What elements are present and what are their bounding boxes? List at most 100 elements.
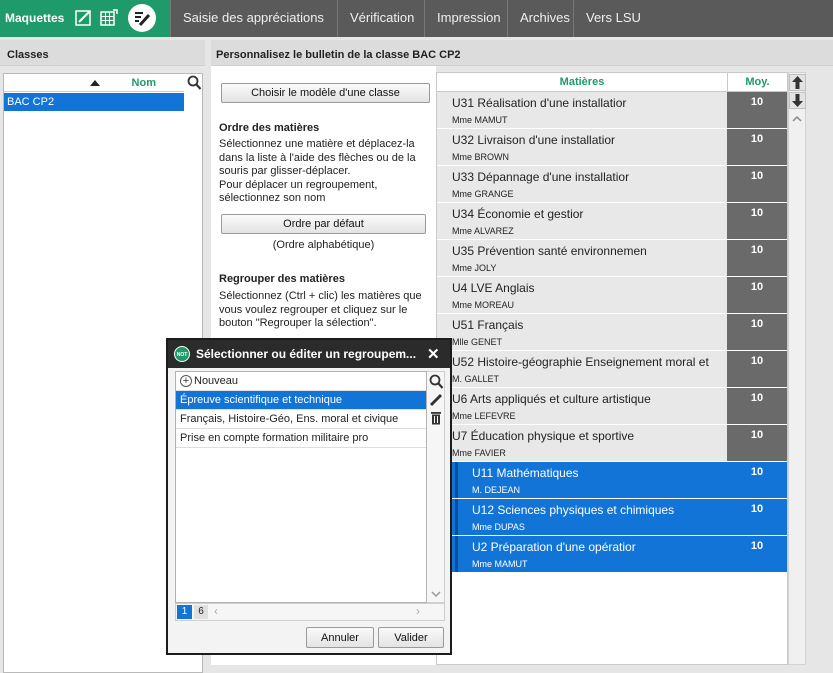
subject-teacher: Mme MAMUT (452, 115, 508, 125)
grid-sheet-icon[interactable] (100, 9, 118, 27)
subject-row[interactable]: U7 Éducation physique et sportive Mme FAV… (437, 425, 789, 462)
new-group-label: Nouveau (194, 375, 239, 387)
chevron-right-icon[interactable]: › (416, 604, 420, 618)
subject-row[interactable]: U52 Histoire-géographie Enseignement mor… (437, 351, 789, 388)
subject-teacher: Mme GRANGE (452, 189, 514, 199)
search-icon[interactable] (428, 373, 444, 390)
subject-average: 10 (727, 499, 787, 536)
subject-average: 10 (727, 129, 787, 166)
default-order-button[interactable]: Ordre par défaut (221, 214, 426, 234)
menu-impression[interactable]: Impression (424, 0, 513, 37)
subject-name: U6 Arts appliqués et culture artistique (452, 392, 651, 406)
subject-teacher: M. GALLET (452, 374, 500, 384)
subject-name: U2 Préparation d'une opératior (472, 540, 636, 554)
subject-row[interactable]: U35 Prévention santé environnemen Mme JOL… (437, 240, 789, 277)
right-margin (806, 66, 833, 665)
subject-row[interactable]: U34 Économie et gestior Mme ALVAREZ 10 (437, 203, 789, 240)
move-up-button[interactable] (789, 74, 806, 91)
subject-row[interactable]: U32 Livraison d'une installatior Mme BROW… (437, 129, 789, 166)
group-item[interactable]: Français, Histoire-Géo, Ens. moral et ci… (176, 410, 426, 429)
group-bar (455, 499, 458, 535)
subject-name: U33 Dépannage d'une installatior (452, 170, 630, 184)
subjects-scrollbar[interactable] (788, 72, 806, 665)
page-1[interactable]: 1 (177, 605, 192, 619)
subject-name: U32 Livraison d'une installatior (452, 133, 616, 147)
sort-up-icon[interactable] (90, 80, 100, 86)
move-down-button[interactable] (789, 92, 806, 109)
subject-row[interactable]: U6 Arts appliqués et culture artistique M… (437, 388, 789, 425)
subject-teacher: Mme ALVAREZ (452, 226, 514, 236)
validate-button[interactable]: Valider (378, 627, 444, 648)
subject-name: U4 LVE Anglais (452, 281, 535, 295)
group-item[interactable]: Épreuve scientifique et technique (176, 391, 426, 410)
group-section-title: Regrouper des matières (219, 273, 345, 285)
pen-icon[interactable] (128, 4, 156, 32)
subject-row[interactable]: U51 Français Mlle GENET 10 (437, 314, 789, 351)
search-icon[interactable] (186, 74, 202, 92)
class-row-bac-cp2[interactable]: BAC CP2 (4, 93, 184, 111)
menu-verification[interactable]: Vérification (337, 0, 426, 37)
group-instructions: Sélectionnez (Ctrl + clic) les matières … (219, 290, 422, 329)
subject-row-selected[interactable]: U2 Préparation d'une opératior Mme MAMUT … (437, 536, 789, 573)
subject-row-selected[interactable]: U12 Sciences physiques et chimiques Mme D… (437, 499, 789, 536)
arrow-down-icon (792, 94, 803, 107)
subject-average: 10 (727, 166, 787, 203)
subject-row[interactable]: U33 Dépannage d'une installatior Mme GRAN… (437, 166, 789, 203)
app-logo-icon: NOT (174, 346, 190, 362)
subject-teacher: M. DEJEAN (472, 485, 521, 495)
column-matieres[interactable]: Matières (437, 76, 727, 88)
subject-average: 10 (727, 388, 787, 425)
brand-tab[interactable]: Maquettes (0, 0, 170, 37)
plus-icon: + (180, 375, 192, 387)
menu-saisie-appreciations[interactable]: Saisie des appréciations (170, 0, 336, 37)
subject-average: 10 (727, 277, 787, 314)
subject-average: 10 (727, 203, 787, 240)
dialog-scrollbar[interactable] (427, 371, 445, 603)
default-order-note: (Ordre alphabétique) (272, 239, 375, 251)
chevron-left-icon[interactable]: ‹ (214, 604, 218, 618)
subject-name: U51 Français (452, 318, 524, 332)
subject-row[interactable]: U31 Réalisation d'une installatior Mme MA… (437, 92, 789, 129)
subject-average: 10 (727, 351, 787, 388)
app-title: Maquettes (5, 11, 65, 25)
class-list-header[interactable]: Nom (4, 74, 184, 92)
pencil-icon[interactable] (428, 391, 444, 408)
cancel-button[interactable]: Annuler (306, 627, 374, 648)
classes-panel-title: Classes (0, 40, 205, 66)
group-bar (455, 462, 458, 498)
dialog-titlebar[interactable]: NOT Sélectionner ou éditer un regroupem.… (168, 340, 450, 368)
subject-teacher: Mme MAMUT (472, 559, 528, 569)
menu-archives[interactable]: Archives (507, 0, 582, 37)
close-icon[interactable]: ✕ (427, 345, 440, 363)
trash-icon[interactable] (428, 409, 444, 426)
subject-row[interactable]: U4 LVE Anglais Mme MOREAU 10 (437, 277, 789, 314)
subject-teacher: Mme JOLY (452, 263, 497, 273)
subject-name: U7 Éducation physique et sportive (452, 429, 635, 443)
menu-vers-lsu[interactable]: Vers LSU (573, 0, 653, 37)
subject-average: 10 (727, 314, 787, 351)
subject-name: U52 Histoire-géographie Enseignement mor… (452, 355, 709, 369)
page-6[interactable]: 6 (194, 605, 208, 619)
scroll-up-icon[interactable] (792, 115, 802, 123)
subject-teacher: Mme DUPAS (472, 522, 525, 532)
choose-model-button[interactable]: Choisir le modèle d'une classe (221, 83, 430, 103)
subject-name: U35 Prévention santé environnemen (452, 244, 647, 258)
top-bar: Maquettes Saisie des appréciations Vérif… (0, 0, 833, 37)
subject-teacher: Mlle GENET (452, 337, 503, 347)
group-list: + Nouveau Épreuve scientifique et techni… (175, 371, 427, 603)
scroll-down-icon[interactable] (431, 590, 441, 598)
new-group-item[interactable]: + Nouveau (176, 372, 426, 391)
subject-row-selected[interactable]: U11 Mathématiques M. DEJEAN 10 (437, 462, 789, 499)
page-title: Personnalisez le bulletin de la classe B… (211, 40, 833, 66)
column-moyenne[interactable]: Moy. (727, 73, 787, 92)
column-nom[interactable]: Nom (132, 77, 156, 89)
dialog-pager: 1 6 ‹ › (175, 603, 445, 621)
subject-teacher: Mme LEFEVRE (452, 411, 516, 421)
subjects-header: Matières Moy. (437, 73, 787, 92)
subject-name: U34 Économie et gestior (452, 207, 584, 221)
subject-name: U31 Réalisation d'une installatior (452, 96, 627, 110)
subject-teacher: Mme MOREAU (452, 300, 515, 310)
subject-average: 10 (727, 462, 787, 499)
group-item[interactable]: Prise en compte formation militaire pro (176, 429, 426, 448)
edit-sheet-icon[interactable] (75, 9, 93, 27)
